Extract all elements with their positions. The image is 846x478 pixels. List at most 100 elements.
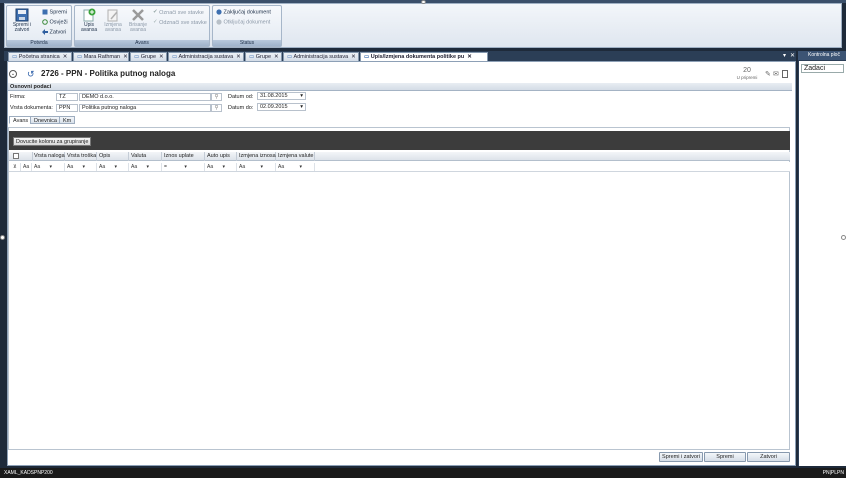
group-by-panel xyxy=(9,131,790,150)
mark-all-button[interactable]: ✔ Označi sve stavke xyxy=(153,9,204,17)
doctype-name-field[interactable]: Politika putnog naloga xyxy=(79,104,211,112)
refresh-button[interactable]: Osvježi xyxy=(42,19,68,26)
subtab-dnevnica[interactable]: Dnevnica xyxy=(30,116,61,124)
footer-save-close-button[interactable]: Spremi i zatvori xyxy=(659,452,703,462)
add-document-icon xyxy=(83,8,96,22)
status-left: XAML_KADSPNP200 xyxy=(4,470,53,476)
tab-groups[interactable]: ▭ Grupe ✕ xyxy=(130,52,167,61)
date-to-field[interactable]: 02.09.2015 ▾ xyxy=(257,103,306,111)
tab-close-icon[interactable]: ✕ xyxy=(467,54,472,60)
subtab-km[interactable]: Km xyxy=(59,116,76,124)
group-title-potvrda: Potvrda xyxy=(7,40,71,46)
firm-search-button[interactable]: ⚲ xyxy=(211,93,222,101)
subtab-avans[interactable]: Avans xyxy=(9,116,33,124)
column-header[interactable]: Auto upis xyxy=(205,152,237,161)
close-ribbon-button[interactable]: Zatvori xyxy=(42,29,66,36)
tab-admin-2[interactable]: ▭ Administracija sustava ✕ xyxy=(283,52,359,61)
save-button[interactable]: Spremi xyxy=(42,9,67,16)
save-close-button[interactable]: Spremi i zatvori xyxy=(9,8,35,33)
resize-handle[interactable] xyxy=(421,0,426,4)
tab-close-icon[interactable]: ✕ xyxy=(351,54,356,60)
edit-advance-button[interactable]: Izmjena avansa xyxy=(102,8,124,33)
grid-header: Vrsta naloga Vrsta troška Opis Valuta Iz… xyxy=(9,152,790,161)
chevron-down-icon[interactable]: ▾ xyxy=(115,164,118,170)
chevron-down-icon[interactable]: ▾ xyxy=(300,93,303,100)
firm-code-field[interactable]: TZ xyxy=(56,93,78,101)
add-advance-button[interactable]: Upis avansa xyxy=(78,8,100,33)
lock-document-button[interactable]: Zaključaj dokument xyxy=(216,9,271,16)
date-from-field[interactable]: 31.08.2015 ▾ xyxy=(257,92,306,100)
clipboard-icon[interactable] xyxy=(782,70,788,78)
check-icon: ✔ xyxy=(153,9,158,15)
footer-close-button[interactable]: Zatvori xyxy=(747,452,790,462)
tab-list-icon[interactable]: ▾ xyxy=(783,52,786,59)
column-header[interactable]: Valuta xyxy=(129,152,162,161)
doctype-search-button[interactable]: ⚲ xyxy=(211,104,222,112)
doctype-code-field[interactable]: PPN xyxy=(56,104,78,112)
date-from-label: Datum od: xyxy=(228,94,254,100)
chevron-down-icon[interactable]: ▾ xyxy=(50,164,53,170)
filter-cell[interactable]: = ▾ xyxy=(162,163,205,171)
group-title-avans: Avans xyxy=(75,40,209,46)
tasks-field[interactable]: Zadaci xyxy=(801,64,844,73)
filter-cell[interactable]: Aa ▾ xyxy=(97,163,129,171)
chevron-down-icon[interactable]: ▾ xyxy=(261,164,264,170)
tab-groups-2[interactable]: ▭ Grupe ✕ xyxy=(245,52,282,61)
collapse-toggle-icon[interactable]: ⌄ xyxy=(9,70,17,78)
date-to-label: Datum do: xyxy=(228,105,254,111)
chevron-down-icon[interactable]: ▾ xyxy=(184,164,187,170)
dashboard-panel-body: Zadaci xyxy=(799,61,846,466)
tab-user[interactable]: ▭ Mara Rathman ✕ xyxy=(73,52,129,61)
footer-save-button[interactable]: Spremi xyxy=(704,452,746,462)
filter-funnel-icon[interactable]: ⊻ xyxy=(11,163,21,171)
column-header[interactable]: Izmjena iznosa xyxy=(237,152,276,161)
tab-close-icon[interactable]: ✕ xyxy=(63,54,68,60)
tab-doc-icon: ▭ xyxy=(364,54,370,60)
chevron-down-icon[interactable]: ▾ xyxy=(300,104,303,111)
chevron-down-icon[interactable]: ▾ xyxy=(300,164,303,170)
unlock-document-button[interactable]: Otključaj dokument xyxy=(216,19,270,26)
mail-icon[interactable]: ✉ xyxy=(773,70,779,78)
filter-cell[interactable]: Aa ▾ xyxy=(129,163,162,171)
tabs-close-all-icon[interactable]: ✕ xyxy=(790,52,795,59)
unmark-all-button[interactable]: ✓ Odznači sve stavke xyxy=(153,19,207,27)
document-tabstrip: ▭ Početna stranica ✕ ▭ Mara Rathman ✕ ▭ Gr… xyxy=(4,51,796,61)
tab-admin[interactable]: ▭ Administracija sustava ✕ xyxy=(168,52,244,61)
tab-close-icon[interactable]: ✕ xyxy=(123,54,128,60)
column-header[interactable]: Opis xyxy=(97,152,129,161)
column-header[interactable]: Izmjena valute xyxy=(276,152,315,161)
tab-close-icon[interactable]: ✕ xyxy=(159,54,164,60)
ribbon-group-potvrda: Spremi i zatvori Spremi Osvježi Zatvori … xyxy=(6,5,72,47)
column-header[interactable]: Vrsta troška xyxy=(65,152,97,161)
tab-policy-edit[interactable]: ▭ Upis/Izmjena dokumenta politike pu ✕ xyxy=(360,52,488,61)
dashboard-panel-title[interactable]: Kontrolna ploč xyxy=(798,51,846,60)
filter-cell[interactable]: Aa ▾ xyxy=(205,163,237,171)
filter-cell[interactable]: Aa ▾ xyxy=(237,163,276,171)
resize-handle[interactable] xyxy=(841,235,846,240)
attach-icon[interactable]: ✎ xyxy=(765,70,771,78)
document-number: 2726 xyxy=(41,69,59,78)
filter-cell[interactable]: Aa ▾ xyxy=(276,163,315,171)
resize-handle[interactable] xyxy=(0,235,5,240)
select-all-checkbox[interactable] xyxy=(11,152,33,161)
delete-advance-button[interactable]: Brisanje avansa xyxy=(127,8,149,33)
column-header[interactable]: Vrsta naloga xyxy=(32,152,65,161)
chevron-down-icon[interactable]: ▾ xyxy=(147,164,150,170)
column-header[interactable]: Iznos uplate xyxy=(162,152,205,161)
tab-home[interactable]: ▭ Početna stranica ✕ xyxy=(8,52,72,61)
tab-close-icon[interactable]: ✕ xyxy=(274,54,279,60)
tab-doc-icon: ▭ xyxy=(12,54,18,60)
document-title: 2726 - PPN - Politika putnog naloga xyxy=(41,69,175,78)
save-icon xyxy=(15,8,29,22)
filter-cell[interactable]: Aa ▾ xyxy=(32,163,65,171)
chevron-down-icon[interactable]: ▾ xyxy=(223,164,226,170)
tab-doc-icon: ▭ xyxy=(77,54,83,60)
chevron-down-icon[interactable]: ▾ xyxy=(83,164,86,170)
firm-name-field[interactable]: DEMO d.o.o. xyxy=(79,93,211,101)
status-count: 20 xyxy=(743,67,751,74)
tab-close-icon[interactable]: ✕ xyxy=(236,54,241,60)
filter-clear-icon[interactable]: Aa xyxy=(21,163,32,171)
tab-doc-icon: ▭ xyxy=(134,54,140,60)
save-small-icon xyxy=(42,9,48,15)
filter-cell[interactable]: Aa ▾ xyxy=(65,163,97,171)
